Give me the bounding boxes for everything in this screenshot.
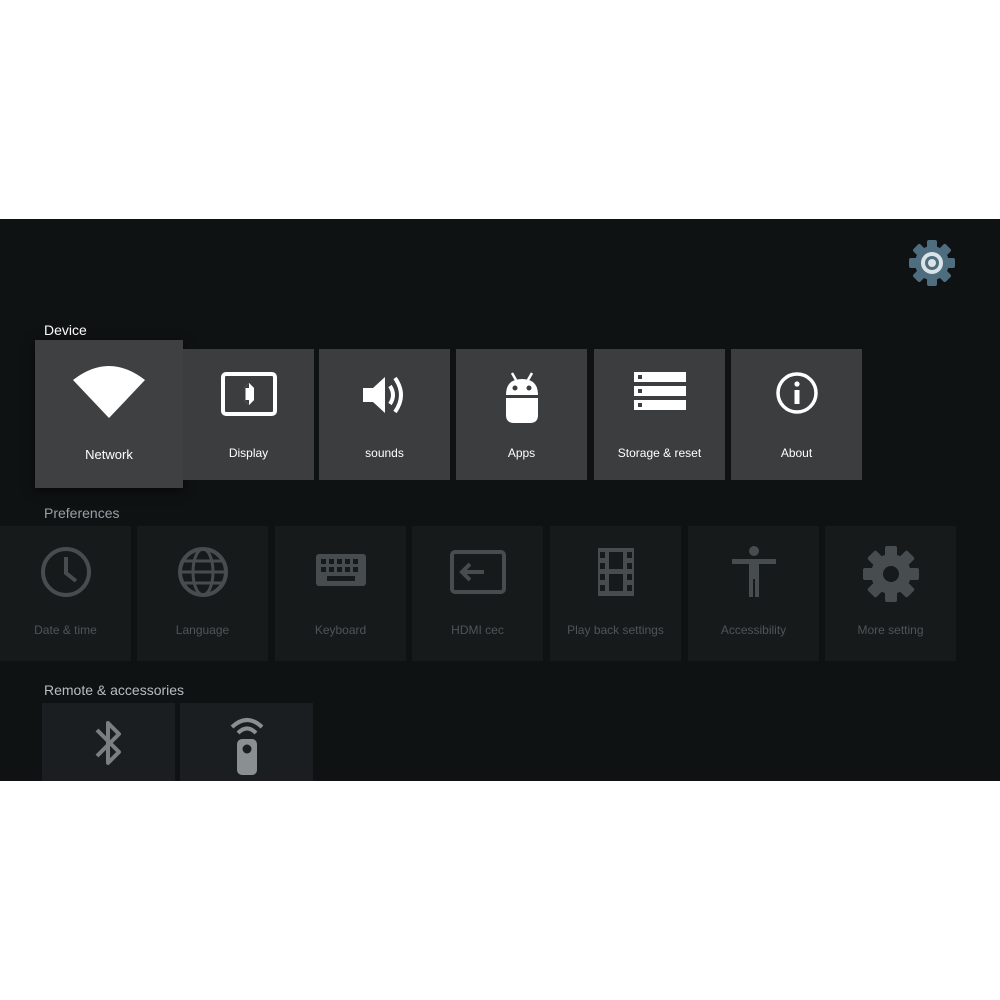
android-icon [456, 369, 587, 423]
tile-language[interactable]: Language [137, 526, 268, 661]
accessibility-icon [688, 544, 819, 600]
tile-label: HDMI cec [451, 623, 504, 637]
tile-playback-settings[interactable]: Play back settings [550, 526, 681, 661]
settings-gear-icon[interactable] [906, 237, 958, 289]
tile-label: About [780, 446, 813, 460]
tile-apps[interactable]: Apps [456, 349, 587, 480]
bluetooth-icon [42, 715, 175, 775]
tile-date-time[interactable]: Date & time [0, 526, 131, 661]
tile-network[interactable]: Network [35, 340, 183, 488]
tile-storage-reset[interactable]: Storage & reset [594, 349, 725, 480]
tile-label: sounds [365, 446, 404, 460]
storage-icon [594, 369, 725, 421]
gear-icon [825, 544, 956, 602]
section-title-preferences: Preferences [44, 505, 120, 521]
clock-icon [0, 544, 131, 600]
tile-accessibility[interactable]: Accessibility [688, 526, 819, 661]
tile-label: More setting [857, 623, 924, 637]
tile-keyboard[interactable]: Keyboard [275, 526, 406, 661]
tile-label: Apps [507, 446, 536, 460]
globe-icon [137, 544, 268, 600]
wifi-icon [35, 362, 183, 422]
tile-label: Date & time [34, 623, 97, 637]
film-icon [550, 544, 681, 600]
tile-bluetooth[interactable] [42, 703, 175, 781]
tile-display[interactable]: Display [183, 349, 314, 480]
tile-about[interactable]: About [731, 349, 862, 480]
info-icon [731, 369, 862, 421]
section-title-remote: Remote & accessories [44, 682, 185, 698]
tile-more-setting[interactable]: More setting [825, 526, 956, 661]
tile-label: Storage & reset [617, 446, 702, 460]
settings-screen: Device Network Display sounds Apps Stora… [0, 219, 1000, 781]
input-icon [412, 544, 543, 600]
tile-label: Keyboard [314, 623, 367, 637]
tile-sounds[interactable]: sounds [319, 349, 450, 480]
tile-label: Display [228, 446, 269, 460]
volume-icon [319, 369, 450, 421]
tile-remote[interactable] [180, 703, 313, 781]
tile-label: Play back settings [567, 623, 664, 637]
tile-label: Accessibility [720, 623, 787, 637]
remote-icon [180, 715, 313, 775]
tile-label: Network [85, 447, 133, 462]
display-icon [183, 369, 314, 421]
keyboard-icon [275, 544, 406, 600]
tile-hdmi-cec[interactable]: HDMI cec [412, 526, 543, 661]
tile-label: Language [175, 623, 230, 637]
section-title-device: Device [44, 322, 87, 338]
